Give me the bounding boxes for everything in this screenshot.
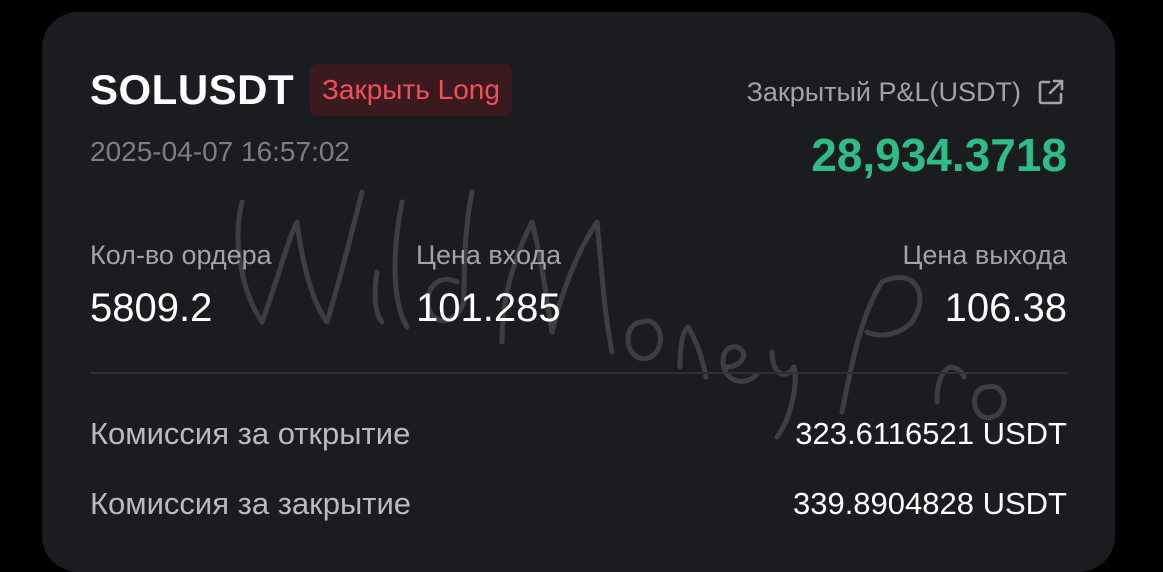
share-external-icon[interactable]	[1035, 76, 1067, 108]
open-fee-value: 323.6116521 USDT	[795, 416, 1067, 451]
pnl-value: 28,934.3718	[811, 129, 1067, 181]
order-qty-label: Кол-во ордера	[90, 240, 272, 270]
trade-card: SOLUSDT Закрыть Long 2025-04-07 16:57:02…	[42, 12, 1115, 572]
entry-price-label: Цена входа	[416, 240, 562, 270]
entry-price-value: 101.285	[416, 286, 561, 330]
close-fee-value: 339.8904828 USDT	[792, 486, 1067, 521]
order-qty-value: 5809.2	[90, 286, 213, 330]
pnl-label: Закрытый P&L(USDT)	[746, 76, 1021, 107]
open-fee-label: Комиссия за открытие	[90, 416, 411, 451]
trade-timestamp: 2025-04-07 16:57:02	[90, 136, 350, 167]
trade-symbol: SOLUSDT	[90, 66, 295, 113]
divider	[90, 372, 1067, 374]
exit-price-label: Цена выхода	[902, 240, 1067, 270]
pnl-header: Закрытый P&L(USDT)	[747, 76, 1067, 108]
side-badge: Закрыть Long	[310, 64, 512, 116]
close-fee-label: Комиссия за закрытие	[90, 486, 412, 521]
exit-price-value: 106.38	[944, 286, 1067, 330]
